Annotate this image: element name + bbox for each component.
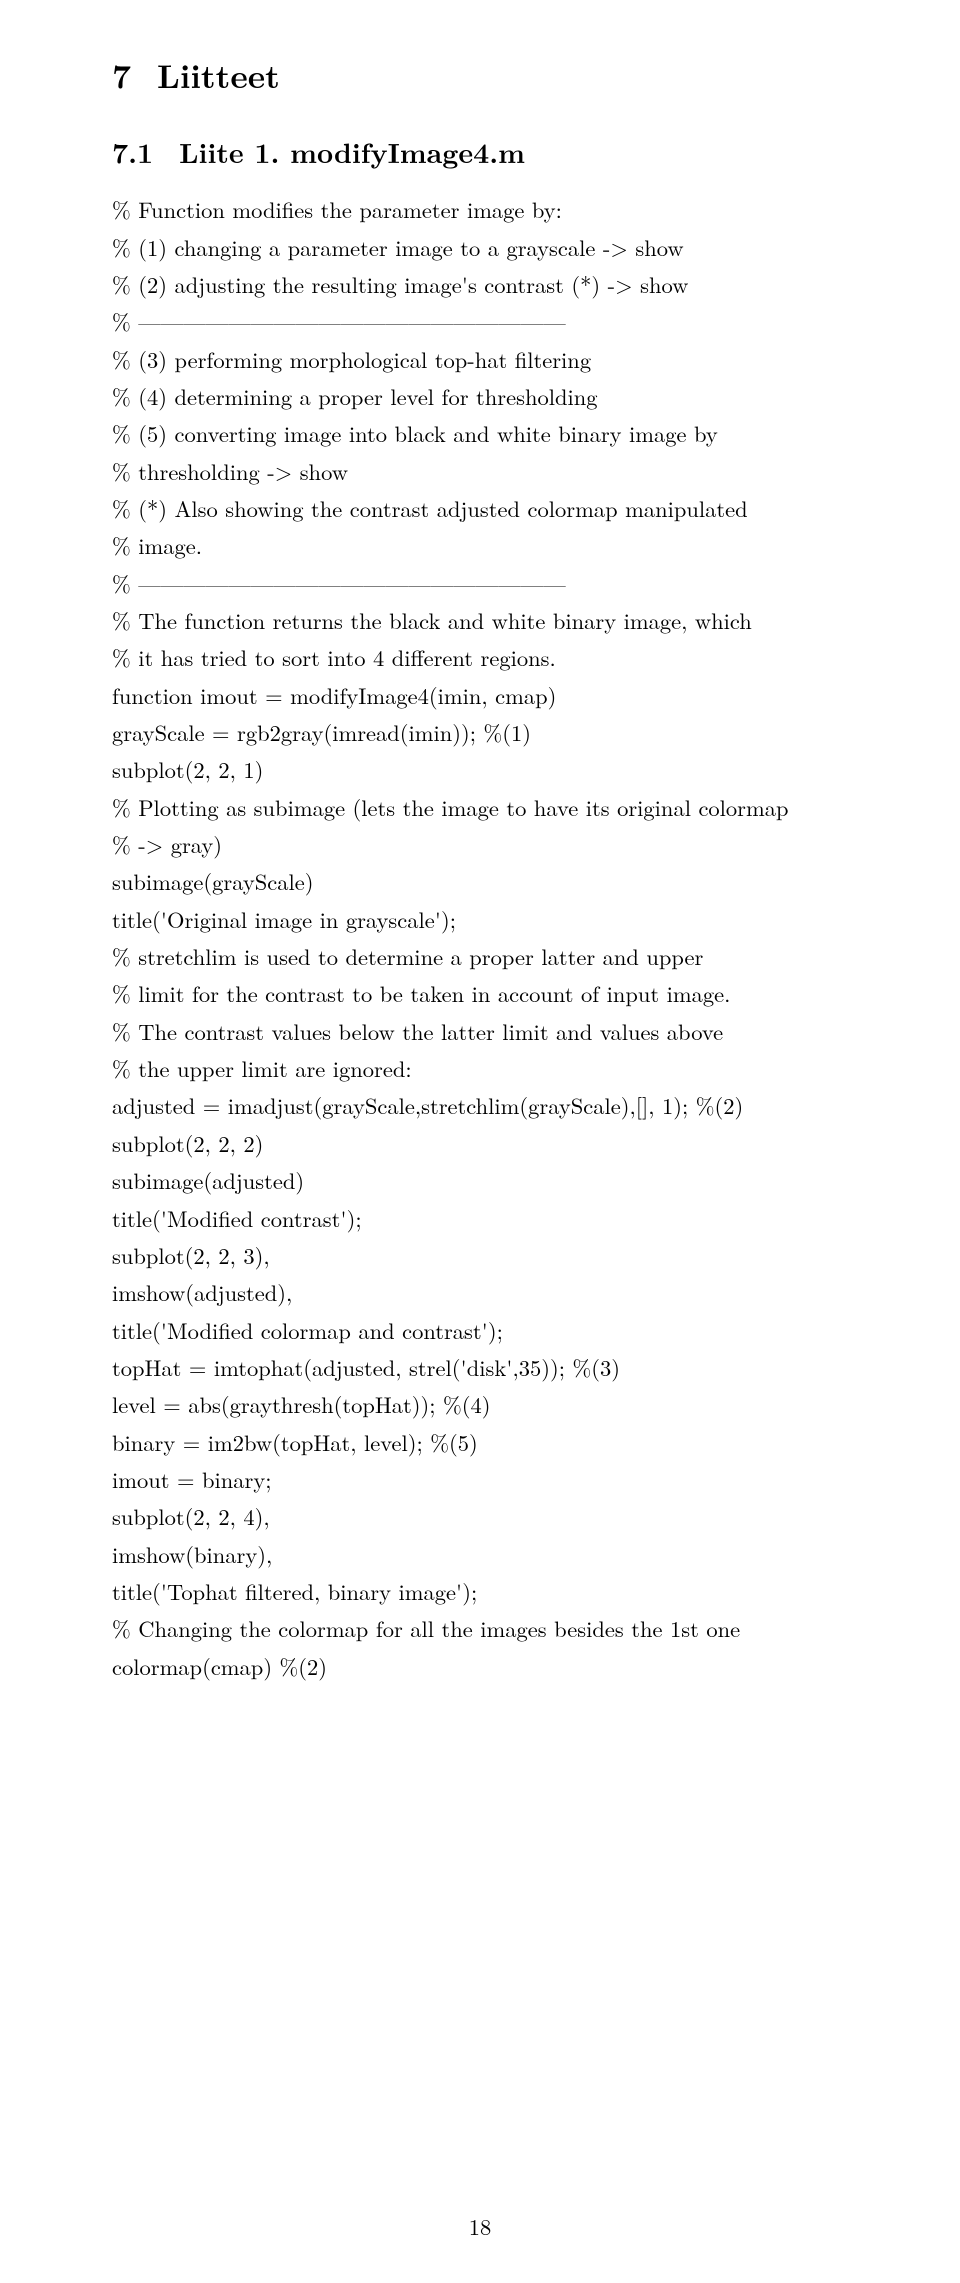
code-line: grayScale = rgb2gray(imread(imin)); %(1) — [112, 714, 852, 751]
code-line: colormap(cmap) %(2) — [112, 1648, 852, 1685]
code-line: % Function modifies the parameter image … — [112, 191, 852, 228]
code-line: title('Modified contrast'); — [112, 1200, 852, 1237]
code-line: % (3) performing morphological top-hat f… — [112, 341, 852, 378]
code-line: imshow(adjusted), — [112, 1274, 852, 1311]
code-line: subimage(adjusted) — [112, 1162, 852, 1199]
code-line: % (*) Also showing the contrast adjusted… — [112, 490, 852, 527]
code-line: title('Modified colormap and contrast'); — [112, 1312, 852, 1349]
code-line: % Plotting as subimage (lets the image t… — [112, 789, 852, 826]
code-line: % The function returns the black and whi… — [112, 602, 852, 639]
code-line: % The contrast values below the latter l… — [112, 1013, 852, 1050]
subsection-heading: 7.1 Liite 1. modifyImage4.m — [112, 129, 852, 175]
code-line: % limit for the contrast to be taken in … — [112, 975, 852, 1012]
code-line: % (4) determining a proper level for thr… — [112, 378, 852, 415]
code-line: binary = im2bw(topHat, level); %(5) — [112, 1424, 852, 1461]
code-line: topHat = imtophat(adjusted, strel('disk'… — [112, 1349, 852, 1386]
code-line: subplot(2, 2, 3), — [112, 1237, 852, 1274]
section-number: 7 — [112, 51, 131, 98]
code-line: title('Original image in grayscale'); — [112, 901, 852, 938]
code-line: subplot(2, 2, 2) — [112, 1125, 852, 1162]
code-line: function imout = modifyImage4(imin, cmap… — [112, 677, 852, 714]
code-line: % Changing the colormap for all the imag… — [112, 1610, 852, 1647]
code-line: % -> gray) — [112, 826, 852, 863]
code-line: title('Tophat filtered, binary image'); — [112, 1573, 852, 1610]
code-line: % stretchlim is used to determine a prop… — [112, 938, 852, 975]
code-line: % it has tried to sort into 4 different … — [112, 639, 852, 676]
code-line: % the upper limit are ignored: — [112, 1050, 852, 1087]
code-line: adjusted = imadjust(grayScale,stretchlim… — [112, 1087, 852, 1124]
section-title: Liitteet — [157, 51, 280, 98]
code-line: subimage(grayScale) — [112, 863, 852, 900]
code-line: % (1) changing a parameter image to a gr… — [112, 229, 852, 266]
code-line: imout = binary; — [112, 1461, 852, 1498]
page-number: 18 — [0, 2208, 960, 2245]
subsection-title: Liite 1. modifyImage4.m — [179, 132, 525, 172]
code-body: % Function modifies the parameter image … — [112, 191, 852, 1685]
code-line: subplot(2, 2, 4), — [112, 1498, 852, 1535]
code-line: % ——————————————————— — [112, 303, 852, 340]
code-line: % image. — [112, 527, 852, 564]
code-line: % ——————————————————— — [112, 565, 852, 602]
code-line: % thresholding -> show — [112, 453, 852, 490]
page: 7 Liitteet 7.1 Liite 1. modifyImage4.m % F… — [0, 0, 960, 2283]
code-line: % (5) converting image into black and wh… — [112, 415, 852, 452]
section-heading: 7 Liitteet — [112, 48, 852, 103]
code-line: imshow(binary), — [112, 1536, 852, 1573]
subsection-number: 7.1 — [112, 132, 153, 172]
code-line: level = abs(graythresh(topHat)); %(4) — [112, 1386, 852, 1423]
code-line: subplot(2, 2, 1) — [112, 751, 852, 788]
code-line: % (2) adjusting the resulting image's co… — [112, 266, 852, 303]
